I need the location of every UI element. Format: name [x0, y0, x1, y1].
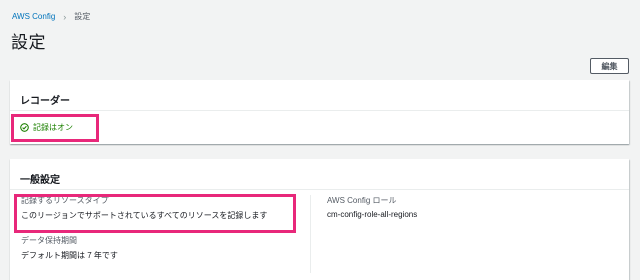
- breadcrumb: AWS Config › 設定: [12, 11, 90, 22]
- config-role-item: AWS Config ロール cm-config-role-all-region…: [327, 195, 629, 219]
- recording-status: 記録はオン: [20, 122, 73, 133]
- recorder-panel-title: レコーダー: [10, 80, 629, 111]
- breadcrumb-current: 設定: [74, 12, 91, 21]
- retention-item: データ保持期間 デフォルト期間は 7 年です: [21, 235, 310, 261]
- recorder-panel: レコーダー 記録はオン: [10, 80, 629, 144]
- general-settings-title: 一般設定: [10, 159, 629, 190]
- breadcrumb-link-aws-config[interactable]: AWS Config: [12, 12, 55, 21]
- config-role-label: AWS Config ロール: [327, 196, 397, 205]
- page-title: 設定: [11, 33, 46, 52]
- resource-types-value: このリージョンでサポートされているすべてのリソースを記録します: [21, 211, 268, 220]
- check-circle-icon: [20, 123, 29, 132]
- general-settings-right-column: AWS Config ロール cm-config-role-all-region…: [310, 195, 629, 273]
- retention-label: データ保持期間: [21, 236, 77, 245]
- general-settings-left-column: 記録するリソースタイプ このリージョンでサポートされているすべてのリソースを記録…: [10, 195, 310, 275]
- resource-types-label: 記録するリソースタイプ: [21, 196, 109, 205]
- general-settings-panel: 一般設定 記録するリソースタイプ このリージョンでサポートされているすべてのリソ…: [10, 159, 629, 280]
- edit-button[interactable]: 編集: [590, 58, 629, 74]
- chevron-right-icon: ›: [63, 11, 67, 22]
- config-role-value: cm-config-role-all-regions: [327, 210, 418, 219]
- resource-types-item: 記録するリソースタイプ このリージョンでサポートされているすべてのリソースを記録…: [21, 195, 310, 221]
- recording-status-text: 記録はオン: [33, 123, 73, 132]
- retention-value: デフォルト期間は 7 年です: [21, 251, 118, 260]
